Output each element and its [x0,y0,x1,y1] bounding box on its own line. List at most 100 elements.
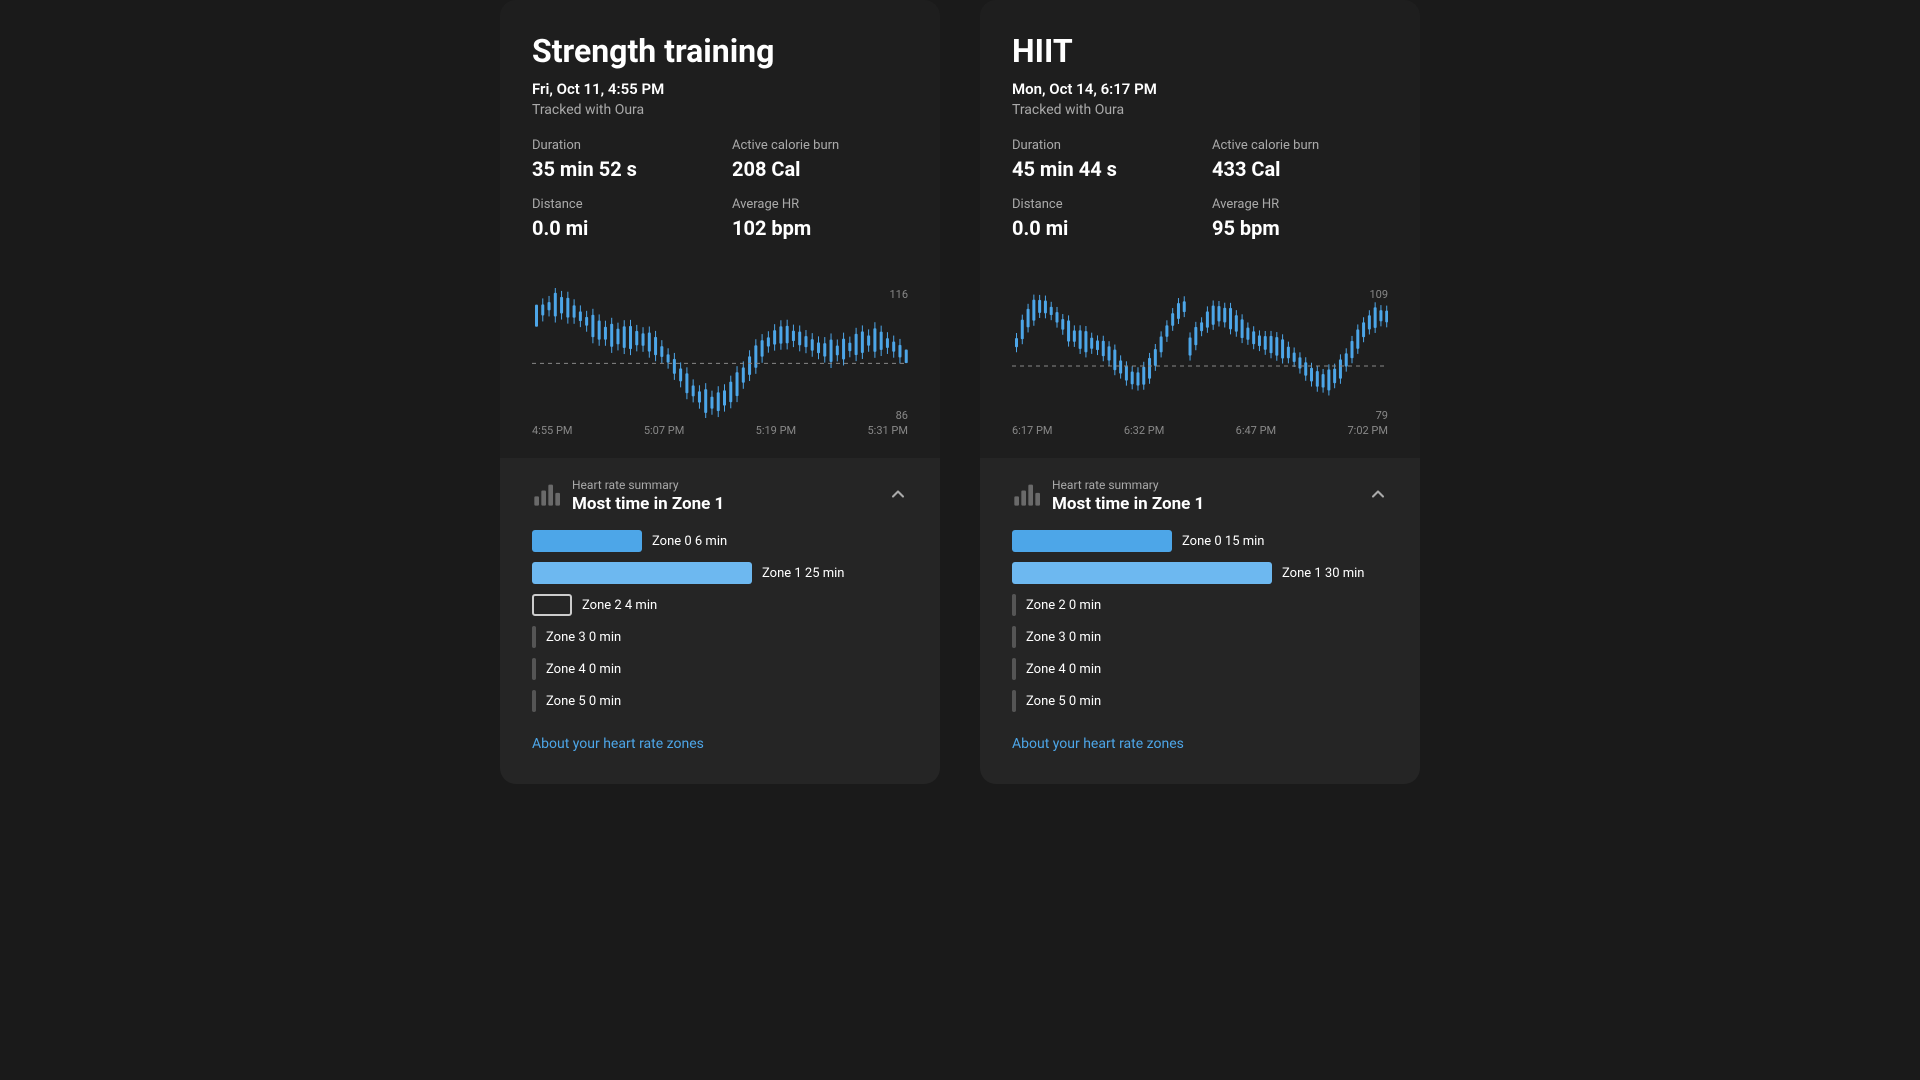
card-header: Strength training Fri, Oct 11, 4:55 PM T… [500,0,940,288]
chart-max-label: 116 [889,288,908,301]
hr-summary-header: Heart rate summary Most time in Zone 1 [532,478,908,514]
calories-label: Active calorie burn [732,138,908,153]
hr-summary-label: Heart rate summary [572,478,724,492]
duration-label: Duration [532,138,708,153]
zone-label-5: Zone 5 0 min [1026,694,1101,709]
zone-row-5: Zone 5 0 min [532,690,908,712]
zone-label-3: Zone 3 0 min [546,630,621,645]
stats-grid: Duration 35 min 52 s Active calorie burn… [532,138,908,240]
zone-label-5: Zone 5 0 min [546,694,621,709]
chart-time-3: 5:31 PM [867,424,907,437]
zone-label-1: Zone 1 30 min [1282,566,1364,581]
hr-summary-header: Heart rate summary Most time in Zone 1 [1012,478,1388,514]
card-date: Fri, Oct 11, 4:55 PM [532,80,908,98]
card-title: Strength training [532,32,908,70]
zone-row-5: Zone 5 0 min [1012,690,1388,712]
chart-min-label: 86 [896,409,908,422]
zone-label-1: Zone 1 25 min [762,566,844,581]
hr-summary-value: Most time in Zone 1 [572,494,724,514]
zone-bar-1 [532,562,752,584]
duration-label: Duration [1012,138,1188,153]
avg-hr-value: 102 bpm [732,216,908,240]
calories-value: 433 Cal [1212,157,1388,181]
chart-svg [1012,288,1388,418]
chart-time-0: 4:55 PM [532,424,572,437]
distance-value: 0.0 mi [532,216,708,240]
zone-row-0: Zone 0 6 min [532,530,908,552]
calories-value: 208 Cal [732,157,908,181]
about-heart-rate-zones-link[interactable]: About your heart rate zones [1012,736,1184,768]
zone-bars: Zone 0 15 min Zone 1 30 min Zone 2 0 min… [1012,530,1388,712]
hr-summary-left: Heart rate summary Most time in Zone 1 [532,478,724,514]
chart-time-2: 6:47 PM [1236,424,1276,437]
chart-max-label: 109 [1369,288,1388,301]
card-tracked: Tracked with Oura [532,102,908,118]
avg-hr-label: Average HR [732,197,908,212]
zone-bar-1 [1012,562,1272,584]
hr-summary-left: Heart rate summary Most time in Zone 1 [1012,478,1204,514]
stat-avg-hr: Average HR 95 bpm [1212,197,1388,240]
hr-bar-icon [1012,480,1040,512]
chart-area: 109 6:17 PM 6:32 PM 6:47 PM 7:02 PM 79 [980,288,1420,458]
chart-svg [532,288,908,418]
avg-hr-label: Average HR [1212,197,1388,212]
card-title: HIIT [1012,32,1388,70]
zone-bar-3 [1012,626,1016,648]
zone-bar-0 [1012,530,1172,552]
chart-time-1: 6:32 PM [1124,424,1164,437]
distance-value: 0.0 mi [1012,216,1188,240]
zone-row-2: Zone 2 4 min [532,594,908,616]
zone-bar-4 [1012,658,1016,680]
card-date: Mon, Oct 14, 6:17 PM [1012,80,1388,98]
stat-calories: Active calorie burn 208 Cal [732,138,908,181]
card-tracked: Tracked with Oura [1012,102,1388,118]
zone-label-0: Zone 0 15 min [1182,534,1264,549]
zone-bar-4 [532,658,536,680]
hr-bar-icon [532,480,560,512]
card-strength-training: Strength training Fri, Oct 11, 4:55 PM T… [500,0,940,784]
zone-row-4: Zone 4 0 min [1012,658,1388,680]
hr-summary-value: Most time in Zone 1 [1052,494,1204,514]
zone-label-0: Zone 0 6 min [652,534,727,549]
calories-label: Active calorie burn [1212,138,1388,153]
zone-label-4: Zone 4 0 min [1026,662,1101,677]
chart-time-labels: 4:55 PM 5:07 PM 5:19 PM 5:31 PM [532,424,908,437]
duration-value: 35 min 52 s [532,157,708,181]
zone-label-4: Zone 4 0 min [546,662,621,677]
zone-label-2: Zone 2 0 min [1026,598,1101,613]
zone-bar-0 [532,530,642,552]
chart-min-label: 79 [1376,409,1388,422]
zone-bar-5 [532,690,536,712]
stat-calories: Active calorie burn 433 Cal [1212,138,1388,181]
zone-bar-2 [532,594,572,616]
zone-row-4: Zone 4 0 min [532,658,908,680]
hr-summary-label: Heart rate summary [1052,478,1204,492]
zone-row-3: Zone 3 0 min [1012,626,1388,648]
zone-label-3: Zone 3 0 min [1026,630,1101,645]
hr-summary-section: Heart rate summary Most time in Zone 1 Z… [500,458,940,784]
about-heart-rate-zones-link[interactable]: About your heart rate zones [532,736,704,768]
zone-bar-2 [1012,594,1016,616]
chart-time-3: 7:02 PM [1347,424,1387,437]
chevron-up-icon[interactable] [888,484,908,508]
zone-label-2: Zone 2 4 min [582,598,657,613]
distance-label: Distance [1012,197,1188,212]
chart-time-2: 5:19 PM [756,424,796,437]
zone-bars: Zone 0 6 min Zone 1 25 min Zone 2 4 min … [532,530,908,712]
zone-row-2: Zone 2 0 min [1012,594,1388,616]
card-hiit: HIIT Mon, Oct 14, 6:17 PM Tracked with O… [980,0,1420,784]
stat-duration: Duration 45 min 44 s [1012,138,1188,181]
hr-summary-text: Heart rate summary Most time in Zone 1 [572,478,724,514]
chevron-up-icon[interactable] [1368,484,1388,508]
zone-row-3: Zone 3 0 min [532,626,908,648]
chart-time-1: 5:07 PM [644,424,684,437]
page-wrapper: Strength training Fri, Oct 11, 4:55 PM T… [0,0,1920,1080]
zone-row-1: Zone 1 30 min [1012,562,1388,584]
stat-avg-hr: Average HR 102 bpm [732,197,908,240]
duration-value: 45 min 44 s [1012,157,1188,181]
chart-time-0: 6:17 PM [1012,424,1052,437]
stat-distance: Distance 0.0 mi [1012,197,1188,240]
zone-row-0: Zone 0 15 min [1012,530,1388,552]
zone-bar-5 [1012,690,1016,712]
distance-label: Distance [532,197,708,212]
